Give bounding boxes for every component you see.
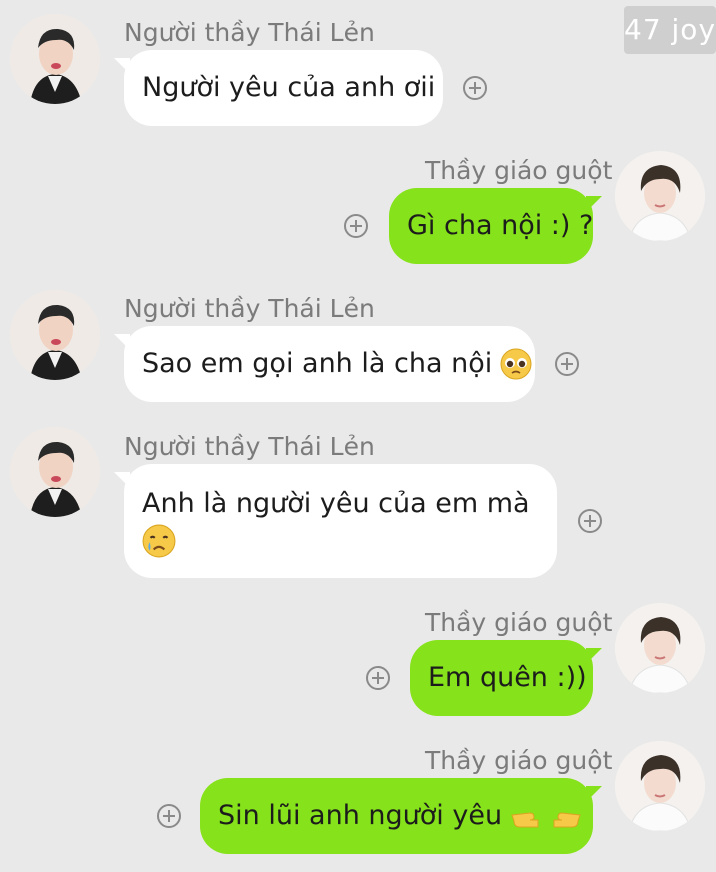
message-text: Anh là người yêu của em mà bbox=[142, 488, 530, 519]
message-text: Gì cha nội :) ? bbox=[407, 210, 594, 241]
avatar-right[interactable] bbox=[615, 741, 705, 831]
avatar-left[interactable] bbox=[10, 427, 100, 517]
message-bubble-incoming[interactable]: Anh là người yêu của em mà bbox=[124, 464, 557, 578]
message-text: Em quên :)) bbox=[428, 662, 587, 693]
sender-name: Người thầy Thái Lẻn bbox=[124, 18, 375, 47]
sender-name: Người thầy Thái Lẻn bbox=[124, 432, 375, 461]
sender-name: Thầy giáo guột bbox=[425, 746, 613, 775]
message-bubble-outgoing[interactable]: Sin lũi anh người yêu bbox=[200, 778, 593, 854]
message-bubble-incoming[interactable]: Người yêu của anh ơii bbox=[124, 50, 443, 126]
message-text: Sin lũi anh người yêu bbox=[218, 800, 503, 831]
message-bubble-outgoing[interactable]: Gì cha nội :) ? bbox=[389, 188, 593, 264]
avatar-left[interactable] bbox=[10, 14, 100, 104]
message-text: Người yêu của anh ơii bbox=[142, 72, 436, 103]
add-reaction-icon[interactable] bbox=[555, 352, 579, 376]
sender-name: Thầy giáo guột bbox=[425, 156, 613, 185]
add-reaction-icon[interactable] bbox=[366, 666, 390, 690]
avatar-right[interactable] bbox=[615, 603, 705, 693]
add-reaction-icon[interactable] bbox=[157, 804, 181, 828]
avatar-left[interactable] bbox=[10, 290, 100, 380]
sender-name: Người thầy Thái Lẻn bbox=[124, 294, 375, 323]
message-bubble-outgoing[interactable]: Em quên :)) bbox=[410, 640, 593, 716]
message-text: Sao em gọi anh là cha nội bbox=[142, 348, 493, 379]
pleading-face-icon bbox=[500, 348, 532, 380]
add-reaction-icon[interactable] bbox=[578, 509, 602, 533]
pointing-fingers-icon bbox=[510, 801, 582, 831]
crying-face-icon bbox=[142, 524, 176, 558]
watermark: 47 joy bbox=[624, 6, 716, 54]
add-reaction-icon[interactable] bbox=[344, 214, 368, 238]
avatar-right[interactable] bbox=[615, 151, 705, 241]
sender-name: Thầy giáo guột bbox=[425, 608, 613, 637]
message-bubble-incoming[interactable]: Sao em gọi anh là cha nội bbox=[124, 326, 535, 402]
add-reaction-icon[interactable] bbox=[463, 76, 487, 100]
